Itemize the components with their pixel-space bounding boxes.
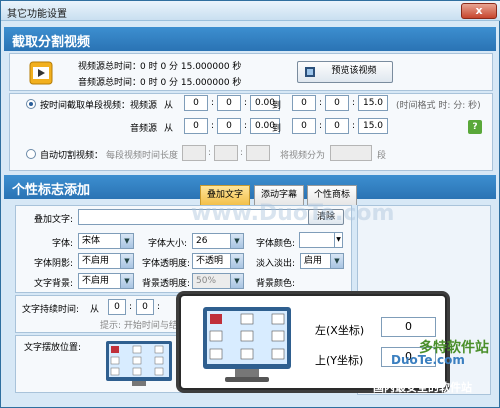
video-file-icon bbox=[29, 61, 53, 85]
cut-options-panel: 按时间截取单段视频： 视频源 从 0 : 0 : 0.00 到 0 : 0 : … bbox=[9, 93, 493, 171]
chevron-down-icon: ▼ bbox=[120, 274, 133, 288]
font-opacity-label: 字体透明度: bbox=[142, 259, 191, 269]
title-bar: 其它功能设置 x bbox=[1, 1, 500, 21]
film-icon bbox=[305, 67, 315, 77]
auto-split-radio[interactable] bbox=[26, 149, 36, 159]
help-icon[interactable]: ? bbox=[468, 120, 482, 134]
font-color-picker[interactable]: ▼ bbox=[299, 232, 343, 248]
chevron-down-icon: ▼ bbox=[120, 254, 133, 268]
per-segment-label: 每段视频时间长度 bbox=[106, 151, 179, 161]
segment-hour-input[interactable] bbox=[182, 145, 206, 161]
fade-label: 淡入淡出: bbox=[256, 259, 296, 269]
x-coord-label: 左(X坐标) bbox=[315, 324, 365, 337]
video-end-hour-input[interactable]: 0 bbox=[292, 95, 316, 111]
segment-min-input[interactable] bbox=[214, 145, 238, 161]
auto-split-label: 自动切割视频： bbox=[40, 151, 104, 161]
watermark-domain: DuoTe.com bbox=[391, 353, 465, 367]
cut-section-header: 截取分割视频 bbox=[4, 27, 496, 51]
audio-end-hour-input[interactable]: 0 bbox=[292, 118, 316, 134]
video-end-min-input[interactable]: 0 bbox=[325, 95, 349, 111]
audio-start-hour-input[interactable]: 0 bbox=[184, 118, 208, 134]
logo-section-title: 个性标志添加 bbox=[12, 183, 91, 198]
segments-unit-label: 段 bbox=[377, 151, 387, 161]
chevron-down-icon: ▼ bbox=[334, 233, 342, 247]
text-bg-select[interactable]: 不启用 ▼ bbox=[78, 273, 134, 289]
preview-button-label: 预览该视频 bbox=[331, 66, 377, 76]
time-format-hint: (时间格式 时: 分: 秒) bbox=[396, 101, 481, 111]
text-bg-label: 文字背景: bbox=[34, 279, 74, 289]
video-total-label: 视频源总时间： bbox=[78, 62, 142, 72]
chevron-down-icon: ▼ bbox=[120, 234, 133, 248]
bg-opacity-label: 背景透明度: bbox=[142, 279, 191, 289]
segment-count-input[interactable] bbox=[330, 145, 372, 161]
add-text-label: 叠加文字: bbox=[34, 215, 74, 225]
font-color-label: 字体颜色: bbox=[256, 239, 296, 249]
position-zoom-popup: 左(X坐标) 0 上(Y坐标) 0 bbox=[179, 294, 447, 390]
audio-end-min-input[interactable]: 0 bbox=[325, 118, 349, 134]
logo-section-header: 个性标志添加 bbox=[4, 175, 496, 199]
video-source-label: 视频源 bbox=[130, 101, 158, 111]
small-monitor-icon bbox=[106, 341, 172, 386]
close-button[interactable]: x bbox=[461, 3, 497, 19]
font-shadow-select[interactable]: 不启用 ▼ bbox=[78, 253, 134, 269]
audio-total-value: 0 时 0 分 15.000000 秒 bbox=[140, 78, 242, 88]
watermark-site: www.DuoTe.com bbox=[191, 201, 395, 226]
video-start-hour-input[interactable]: 0 bbox=[184, 95, 208, 111]
font-opacity-select[interactable]: 不透明 ▼ bbox=[192, 253, 244, 269]
segment-sec-input[interactable] bbox=[246, 145, 270, 161]
duration-label: 文字持续时间: bbox=[22, 305, 80, 315]
chevron-down-icon: ▼ bbox=[230, 234, 243, 248]
audio-start-min-input[interactable]: 0 bbox=[217, 118, 241, 134]
audio-from-label: 从 bbox=[164, 124, 174, 134]
preview-video-button[interactable]: 预览该视频 bbox=[297, 61, 393, 83]
x-coord-input[interactable]: 0 bbox=[381, 317, 436, 337]
bg-color-label: 背景颜色: bbox=[256, 279, 296, 289]
font-select[interactable]: 宋体 ▼ bbox=[78, 233, 134, 249]
audio-total-label: 音频源总时间： bbox=[78, 78, 142, 88]
watermark-slogan: 国内最安全的软件站 bbox=[373, 381, 472, 394]
video-total-value: 0 时 0 分 15.000000 秒 bbox=[140, 62, 242, 72]
chevron-down-icon: ▼ bbox=[330, 254, 343, 268]
video-to-label: 到 bbox=[272, 101, 282, 111]
y-coord-label: 上(Y坐标) bbox=[315, 354, 364, 367]
settings-window: 其它功能设置 x 截取分割视频 视频源总时间： 0 时 0 分 15.00000… bbox=[0, 0, 500, 408]
fade-select[interactable]: 启用 ▼ bbox=[300, 253, 344, 269]
duration-from-label: 从 bbox=[90, 305, 100, 315]
audio-source-label: 音频源 bbox=[130, 124, 158, 134]
window-title: 其它功能设置 bbox=[7, 9, 67, 20]
source-info-panel: 视频源总时间： 0 时 0 分 15.000000 秒 音频源总时间： 0 时 … bbox=[9, 53, 493, 91]
video-end-sec-input[interactable]: 15.0 bbox=[358, 95, 388, 111]
chevron-down-icon: ▼ bbox=[230, 274, 243, 288]
position-label: 文字摆放位置: bbox=[24, 343, 82, 353]
video-from-label: 从 bbox=[164, 101, 174, 111]
segment-mode-label: 按时间截取单段视频： bbox=[40, 101, 131, 111]
large-monitor-icon bbox=[203, 307, 291, 382]
bg-opacity-select[interactable]: 50% ▼ bbox=[192, 273, 244, 289]
font-label: 字体: bbox=[52, 239, 74, 249]
chevron-down-icon: ▼ bbox=[230, 254, 243, 268]
duration-hour-input[interactable]: 0 bbox=[108, 299, 126, 315]
audio-end-sec-input[interactable]: 15.0 bbox=[358, 118, 388, 134]
font-size-select[interactable]: 26 ▼ bbox=[192, 233, 244, 249]
audio-to-label: 到 bbox=[272, 124, 282, 134]
segment-mode-radio[interactable] bbox=[26, 99, 36, 109]
split-into-label: 将视频分为 bbox=[280, 151, 326, 161]
font-shadow-label: 字体阴影: bbox=[34, 259, 74, 269]
font-size-label: 字体大小: bbox=[148, 239, 188, 249]
duration-min-input[interactable]: 0 bbox=[136, 299, 154, 315]
video-start-min-input[interactable]: 0 bbox=[217, 95, 241, 111]
